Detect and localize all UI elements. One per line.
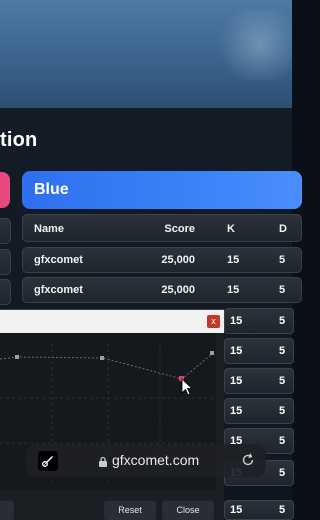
player-name: gfxcomet — [34, 284, 83, 296]
player-kills: 15 — [230, 375, 243, 387]
player-kills: 15 — [230, 345, 243, 357]
lock-icon — [98, 455, 108, 473]
curve-editor-window: x — [0, 309, 224, 520]
curve-point[interactable] — [15, 355, 19, 359]
player-kills: 15 — [230, 504, 243, 516]
player-score: 25,000 — [161, 254, 195, 266]
url-text: gfxcomet.com — [112, 452, 200, 468]
footer-button-partial[interactable] — [0, 501, 14, 520]
column-k: K — [227, 223, 235, 235]
column-score: Score — [164, 223, 195, 235]
player-score: 25,000 — [161, 284, 195, 296]
background-glow — [212, 10, 292, 80]
reset-button[interactable]: Reset — [104, 501, 156, 520]
left-stub-row — [0, 218, 11, 244]
player-deaths: 5 — [279, 435, 286, 447]
player-deaths: 5 — [279, 254, 286, 266]
reload-icon[interactable] — [240, 452, 256, 473]
tab-blue-team[interactable]: Blue — [22, 171, 302, 209]
player-deaths: 5 — [279, 467, 286, 479]
table-row[interactable]: gfxcomet 25,000 15 5 — [22, 277, 302, 303]
left-stub-row — [0, 279, 11, 305]
player-kills: 15 — [227, 254, 240, 266]
close-icon[interactable]: x — [207, 315, 220, 328]
table-row[interactable]: 15 5 — [224, 338, 294, 364]
table-row[interactable]: 15 5 — [224, 308, 294, 334]
column-name: Name — [34, 223, 64, 235]
player-kills: 15 — [227, 284, 240, 296]
tab-red-team[interactable] — [0, 172, 10, 208]
window-titlebar[interactable] — [0, 310, 224, 333]
close-button[interactable]: Close — [162, 501, 214, 520]
curve-line — [0, 352, 214, 380]
player-deaths: 5 — [279, 504, 286, 516]
left-stub-row — [0, 249, 11, 275]
column-d: D — [279, 223, 287, 235]
player-deaths: 5 — [279, 284, 286, 296]
player-name: gfxcomet — [34, 254, 83, 266]
player-deaths: 5 — [279, 375, 286, 387]
page-title: tion — [0, 129, 38, 151]
player-deaths: 5 — [279, 345, 286, 357]
table-row[interactable]: 15 5 — [224, 368, 294, 394]
table-row[interactable]: 15 5 — [224, 398, 294, 424]
player-deaths: 5 — [279, 405, 286, 417]
player-deaths: 5 — [279, 315, 286, 327]
browser-url-bar[interactable]: gfxcomet.com — [26, 444, 266, 477]
site-logo-icon — [38, 451, 58, 471]
tab-blue-label: Blue — [34, 181, 69, 198]
curve-point[interactable] — [100, 356, 104, 360]
table-row[interactable]: gfxcomet 25,000 15 5 — [22, 247, 302, 273]
player-kills: 15 — [230, 315, 243, 327]
table-row[interactable]: 15 5 — [224, 500, 294, 520]
curve-point[interactable] — [210, 351, 214, 355]
player-kills: 15 — [230, 405, 243, 417]
mouse-cursor-icon — [181, 378, 194, 396]
table-header: Name Score K D — [22, 214, 302, 242]
